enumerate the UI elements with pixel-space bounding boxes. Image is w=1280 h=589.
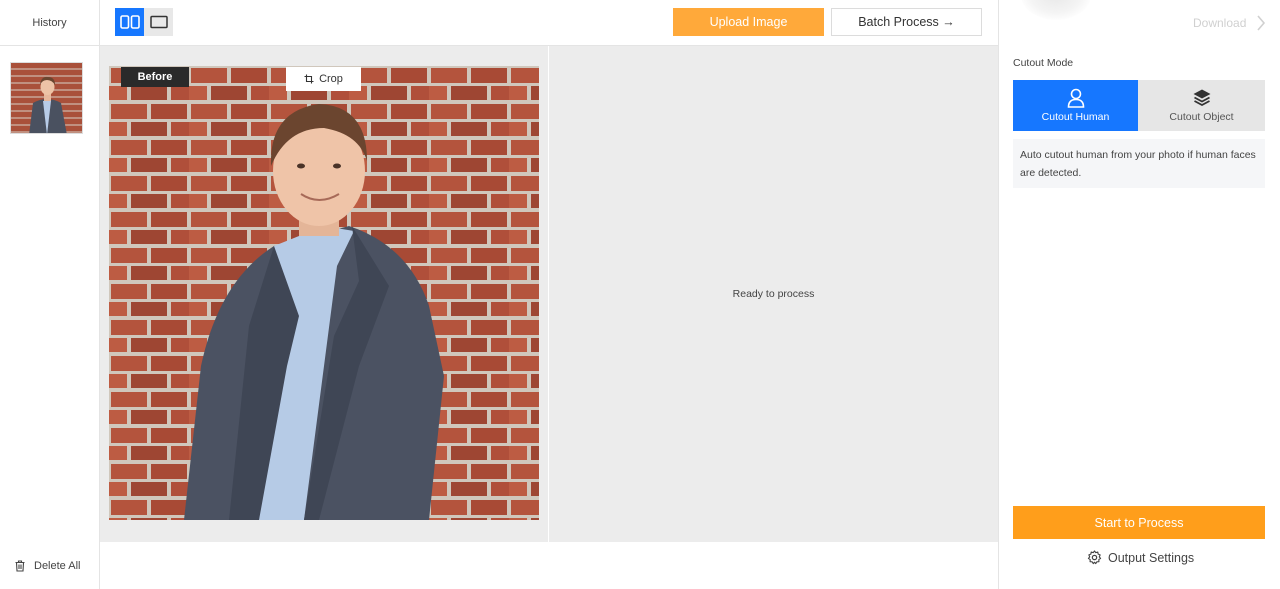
image-canvas: Before Crop Ready to process: [100, 46, 998, 542]
download-button[interactable]: Download: [1193, 14, 1266, 32]
single-view-icon: [149, 15, 168, 29]
thumbnail-photo: [11, 63, 82, 133]
output-settings-label: Output Settings: [1108, 550, 1195, 565]
trash-icon: [15, 560, 25, 572]
settings-panel: Download Cutout Mode Cutout Human Cutout…: [998, 0, 1280, 589]
cutout-object-label: Cutout Object: [1169, 111, 1234, 123]
cutout-object-button[interactable]: Cutout Object: [1138, 80, 1265, 131]
cutout-human-label: Cutout Human: [1041, 111, 1110, 123]
output-settings-button[interactable]: Output Settings: [1087, 550, 1194, 565]
mode-description: Auto cutout human from your photo if hum…: [1013, 139, 1265, 188]
batch-process-button[interactable]: Batch Process →: [831, 8, 982, 36]
split-view-icon: [119, 15, 140, 29]
after-status-text: Ready to process: [732, 288, 815, 300]
cutout-human-button[interactable]: Cutout Human: [1013, 80, 1138, 131]
download-label: Download: [1193, 16, 1247, 30]
preview-avatar: [1021, 0, 1091, 20]
top-toolbar: Upload Image Batch Process →: [100, 0, 998, 46]
crop-icon: [304, 74, 314, 84]
view-toggle: [115, 8, 173, 36]
app-root: History Delete All Upload Image Batch Pr…: [0, 0, 1280, 589]
layers-icon: [1193, 89, 1210, 107]
upload-image-button[interactable]: Upload Image: [673, 8, 824, 36]
cutout-mode-title: Cutout Mode: [1013, 57, 1074, 69]
chevron-right-icon: [1257, 15, 1266, 31]
history-title: History: [0, 0, 99, 46]
delete-all-button[interactable]: Delete All: [14, 560, 80, 572]
crop-button[interactable]: Crop: [286, 67, 361, 91]
source-photo: [109, 66, 539, 520]
gear-icon: [1087, 550, 1102, 565]
crop-label: Crop: [319, 73, 343, 85]
history-sidebar: History Delete All: [0, 0, 100, 589]
before-pane: Before Crop: [100, 46, 548, 542]
split-view-button[interactable]: [115, 8, 144, 36]
after-pane: Ready to process: [549, 46, 998, 542]
single-view-button[interactable]: [144, 8, 173, 36]
delete-all-label: Delete All: [34, 560, 81, 572]
start-process-button[interactable]: Start to Process: [1013, 506, 1265, 539]
history-thumbnail[interactable]: [10, 62, 83, 134]
before-label: Before: [121, 67, 189, 87]
portrait-image: [109, 66, 539, 520]
person-icon: [1067, 88, 1084, 108]
